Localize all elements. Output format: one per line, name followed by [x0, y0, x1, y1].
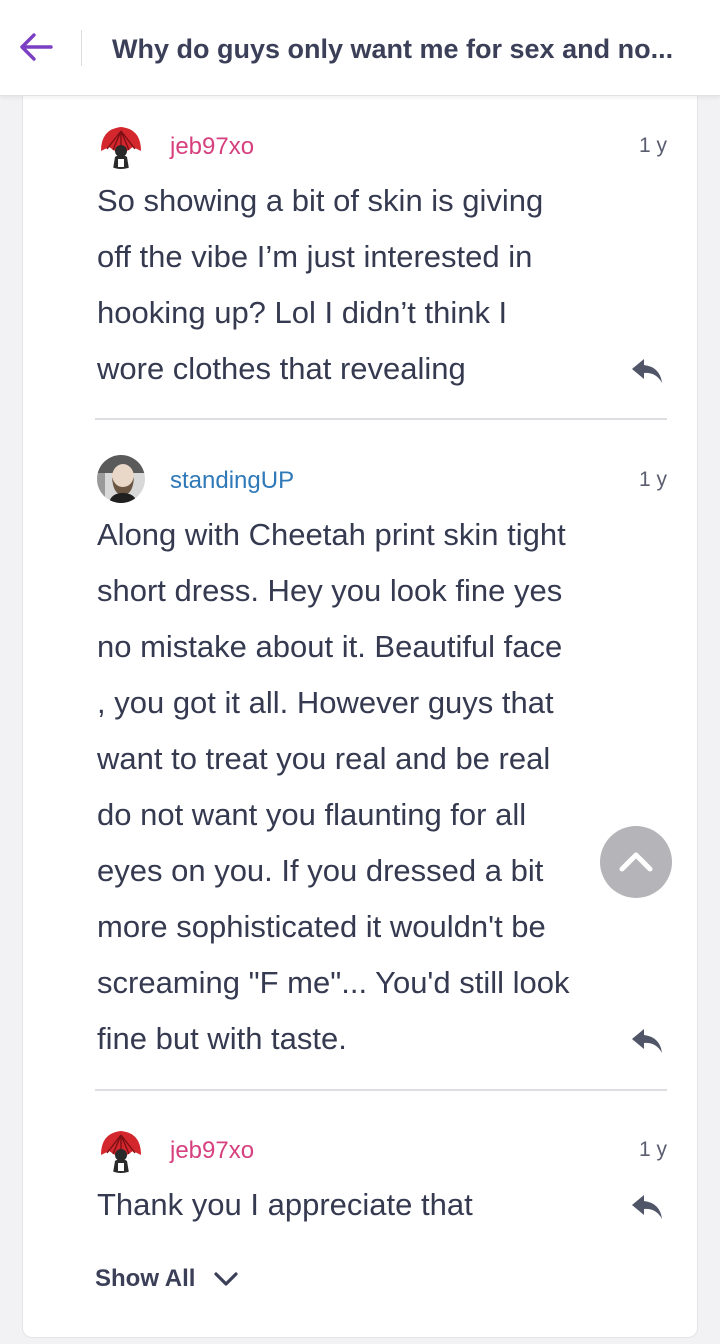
comment-line: , you got it all. However guys that	[97, 685, 554, 720]
comments-card: jeb97xo 1 y So showing a bit of skin is …	[22, 60, 698, 1338]
comment-divider	[95, 1089, 667, 1091]
top-app-bar: Why do guys only want me for sex and no.…	[0, 0, 720, 96]
comment-line: do not want you flaunting for all	[97, 797, 527, 832]
show-all-button[interactable]: Show All	[95, 1259, 241, 1299]
bearded-man-photo-avatar-icon	[97, 455, 145, 503]
comment-timestamp: 1 y	[638, 134, 667, 157]
comment-body: Along with Cheetah print skin tight shor…	[97, 507, 627, 1067]
page-title: Why do guys only want me for sex and no.…	[112, 34, 674, 64]
reply-arrow-icon	[632, 1195, 662, 1219]
comment-line: no mistake about it. Beautiful face	[97, 629, 563, 664]
comment-username[interactable]: jeb97xo	[170, 131, 254, 163]
reply-arrow-icon	[632, 1029, 662, 1053]
comment-line: eyes on you. If you dressed a bit	[97, 853, 544, 888]
comment-timestamp: 1 y	[638, 468, 667, 491]
chevron-up-icon	[619, 852, 653, 872]
comment-line: wore clothes that revealing	[97, 351, 466, 386]
show-all-label: Show All	[95, 1265, 196, 1292]
scroll-to-top-button[interactable]	[600, 826, 672, 898]
comment-line: Along with Cheetah print skin tight	[97, 517, 566, 552]
back-button[interactable]	[14, 22, 58, 72]
chevron-down-icon	[214, 1272, 239, 1286]
reply-button[interactable]	[627, 1023, 667, 1059]
comment-line: hooking up? Lol I didn’t think I	[97, 295, 508, 330]
red-fan-avatar-icon	[97, 1125, 145, 1173]
comment-line: fine but with taste.	[97, 1021, 347, 1056]
comment-line: short dress. Hey you look fine yes	[97, 573, 563, 608]
comment-body: Thank you I appreciate that	[97, 1177, 627, 1233]
user-avatar[interactable]	[97, 455, 145, 503]
user-avatar[interactable]	[97, 1125, 145, 1173]
reply-button[interactable]	[627, 1189, 667, 1225]
header-divider	[81, 30, 82, 66]
comment-divider	[95, 418, 667, 420]
comment-username[interactable]: standingUP	[170, 465, 294, 497]
back-arrow-icon	[20, 33, 53, 61]
comment-line: want to treat you real and be real	[97, 741, 551, 776]
comment-username[interactable]: jeb97xo	[170, 1135, 254, 1167]
user-avatar[interactable]	[97, 121, 145, 169]
comment-line: off the vibe I’m just interested in	[97, 239, 533, 274]
red-fan-avatar-icon	[97, 121, 145, 169]
comment-line: screaming "F me"... You'd still look	[97, 965, 570, 1000]
comment-line: Thank you I appreciate that	[97, 1187, 473, 1222]
comment-line: So showing a bit of skin is giving	[97, 183, 544, 218]
reply-button[interactable]	[627, 353, 667, 389]
comment-timestamp: 1 y	[638, 1138, 667, 1161]
comment-body: So showing a bit of skin is giving off t…	[97, 173, 627, 397]
reply-arrow-icon	[632, 359, 662, 383]
comment-line: more sophisticated it wouldn't be	[97, 909, 546, 944]
